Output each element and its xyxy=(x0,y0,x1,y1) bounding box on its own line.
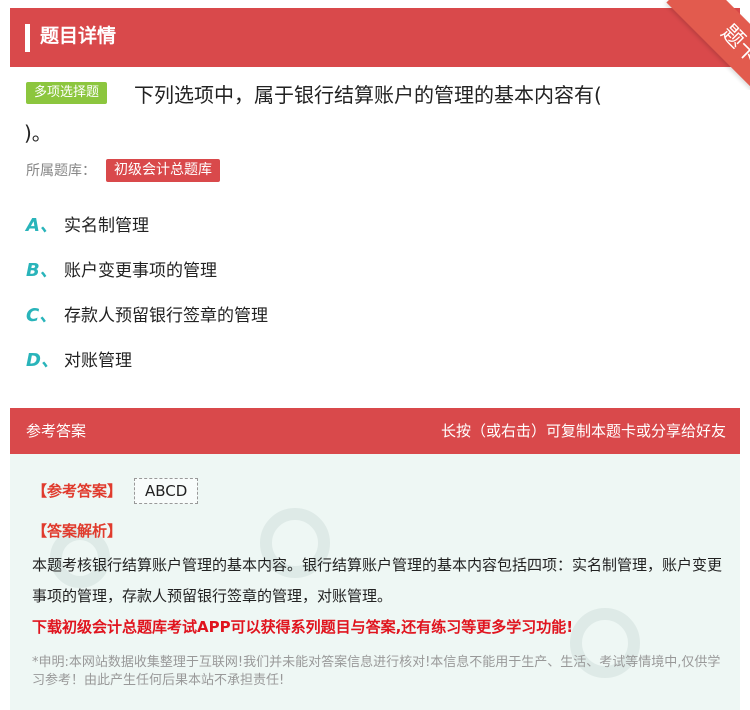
analysis-label: 【答案解析】 xyxy=(32,522,123,540)
option-key: C、 xyxy=(26,305,58,326)
page-title: 题目详情 xyxy=(40,25,117,47)
question-text-line1: 下列选项中，属于银行结算账户的管理的基本内容有( xyxy=(134,83,602,107)
option-key: B、 xyxy=(26,260,58,281)
question-text-line2: )。 xyxy=(24,121,52,145)
download-app-link[interactable]: 下载初级会计总题库考试APP可以获得系列题目与答案,还有练习等更多学习功能! xyxy=(32,616,573,638)
option-text: 实名制管理 xyxy=(64,216,149,236)
share-hint: 长按（或右击）可复制本题卡或分享给好友 xyxy=(440,422,726,440)
analysis-text: 本题考核银行结算账户管理的基本内容。银行结算账户管理的基本内容包括四项：实名制管… xyxy=(32,556,723,605)
answer-title: 参考答案 xyxy=(26,422,87,440)
source-label: 所属题库： xyxy=(26,163,96,179)
source-bank-link[interactable]: 初级会计总题库 xyxy=(106,159,220,182)
disclaimer-text: *申明:本网站数据收集整理于互联网!我们并未能对答案信息进行核对!本信息不能用于… xyxy=(32,655,721,688)
corner-ribbon: 题卡 xyxy=(650,0,750,90)
option-key: D、 xyxy=(26,350,59,371)
answer-panel: 参考答案 长按（或右击）可复制本题卡或分享给好友 【参考答案】 ABCD 【答案… xyxy=(10,408,740,710)
option-text: 账户变更事项的管理 xyxy=(64,261,217,281)
reference-answer-value[interactable]: ABCD xyxy=(134,478,199,504)
reference-answer-label: 【参考答案】 xyxy=(32,482,123,500)
title-header: 题目详情 xyxy=(10,8,740,67)
question-type-badge: 多项选择题 xyxy=(26,82,108,104)
header-accent-bar xyxy=(25,24,30,52)
option-key: A、 xyxy=(26,215,58,236)
option-text: 对账管理 xyxy=(64,351,132,371)
answer-header: 参考答案 长按（或右击）可复制本题卡或分享给好友 xyxy=(10,408,740,454)
option-text: 存款人预留银行签章的管理 xyxy=(64,306,268,326)
ribbon-label: 题卡 xyxy=(715,20,750,70)
